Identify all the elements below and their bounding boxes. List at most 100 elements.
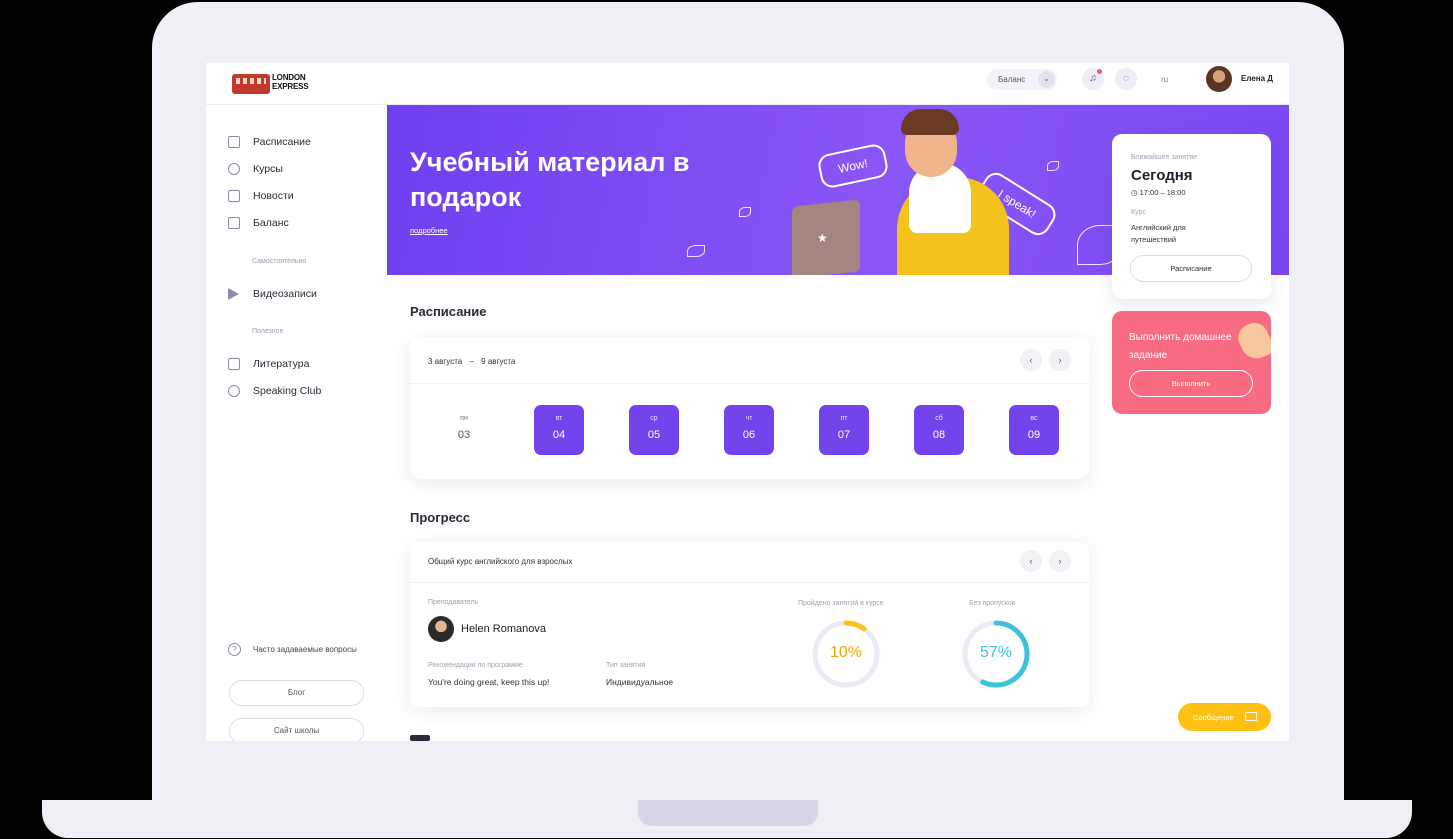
sidebar-item-label: Расписание — [253, 136, 311, 148]
progress-title: Прогресс — [410, 510, 471, 525]
progress-course: Общий курс английского для взрослых — [428, 557, 573, 566]
schedule-card: 3 августа – 9 августа ‹ › пн 03 вт 04 ср 05 чт… — [410, 337, 1089, 479]
attendance-caption: Без пропусков — [969, 600, 1016, 607]
bell-icon: ♫ — [1089, 73, 1097, 84]
faq-label: Часто задаваемые вопросы — [253, 645, 357, 654]
day-name: сб — [935, 415, 943, 422]
day-cell[interactable]: ср 05 — [629, 405, 679, 455]
day-cell[interactable]: сб 08 — [914, 405, 964, 455]
chat-icon: ◌ — [1123, 73, 1129, 84]
day-name: пн — [460, 415, 468, 422]
message-button[interactable]: Сообщение — [1178, 703, 1271, 731]
schedule-title: Расписание — [410, 304, 487, 319]
lesson-type: Индивидуальное — [606, 677, 674, 687]
day-date: 03 — [457, 429, 471, 441]
envelope-icon — [1245, 712, 1257, 721]
day-cell[interactable]: пн 03 — [439, 405, 489, 455]
banner-title: Учебный материал в подарок — [410, 147, 690, 212]
course-name: Английский для путешествий — [1131, 223, 1186, 244]
teacher-name: Helen Romanova — [461, 623, 546, 635]
star-icon: ★ — [817, 231, 828, 245]
teacher-avatar — [428, 616, 454, 642]
banner-more-link[interactable]: подробнее — [410, 226, 448, 235]
wallet-icon — [228, 217, 240, 229]
divider — [410, 582, 1089, 583]
laptop-notch — [638, 800, 818, 826]
avatar[interactable] — [1206, 66, 1232, 92]
laptop-frame: LONDON EXPRESS Баланс ⌄ ♫ ◌ ru Елена Д Р… — [0, 0, 1453, 839]
teacher-caption: Преподаватель — [428, 599, 479, 606]
logo[interactable]: LONDON EXPRESS — [232, 71, 318, 95]
attendance-percent: 57% — [979, 644, 1013, 661]
lesson-type-caption: Тип занятия — [606, 662, 646, 669]
rocket-icon — [228, 163, 240, 175]
speech-bubble-icon — [228, 385, 240, 397]
play-icon — [228, 288, 239, 300]
day-name: пт — [840, 415, 848, 422]
progress-prev-button[interactable]: ‹ — [1020, 550, 1042, 572]
sidebar-item-label: Баланс — [253, 217, 289, 229]
day-date: 06 — [742, 429, 756, 441]
chevron-right-icon: › — [1058, 355, 1062, 365]
balance-label: Баланс — [998, 75, 1026, 84]
range-separator: – — [469, 357, 474, 366]
bus-logo-icon — [232, 74, 270, 94]
news-icon — [228, 190, 240, 202]
day-cell[interactable]: пт 07 — [819, 405, 869, 455]
date-range: 3 августа – 9 августа — [428, 357, 515, 366]
day-date: 09 — [1027, 429, 1041, 441]
logo-line1: LONDON — [272, 73, 306, 82]
book-icon — [228, 358, 240, 370]
day-name: чт — [745, 415, 753, 422]
day-date: 05 — [647, 429, 661, 441]
section-label-self: Самостоятельно — [252, 258, 307, 265]
day-cell[interactable]: вс 09 — [1009, 405, 1059, 455]
chevron-left-icon: ‹ — [1029, 355, 1033, 365]
day-cell[interactable]: вт 04 — [534, 405, 584, 455]
range-start: 3 августа — [428, 357, 463, 366]
top-bar: LONDON EXPRESS Баланс ⌄ ♫ ◌ ru Елена Д — [206, 63, 1289, 105]
chevron-right-icon: › — [1058, 556, 1062, 566]
progress-next-button[interactable]: › — [1049, 550, 1071, 572]
day-date: 08 — [932, 429, 946, 441]
leaf-doodle — [739, 207, 751, 217]
next-lesson-caption: Ближайшее занятие — [1131, 154, 1198, 161]
chat-button[interactable]: ◌ — [1115, 68, 1137, 90]
homework-card: Выполнить домашнее задание Выполнить — [1112, 311, 1271, 414]
next-section-title — [410, 735, 430, 741]
day-name: вс — [1030, 415, 1038, 422]
day-name: вт — [555, 415, 563, 422]
schedule-button[interactable]: Расписание — [1130, 255, 1252, 282]
next-lesson-time: ◷ 17:00 – 18:00 — [1131, 188, 1186, 197]
course-caption: Курс — [1131, 209, 1146, 216]
calendar-icon — [228, 136, 240, 148]
school-site-button[interactable]: Сайт школы — [229, 718, 364, 741]
leaf-doodle — [1047, 161, 1059, 171]
sidebar-item-label: Курсы — [253, 163, 283, 175]
schedule-next-button[interactable]: › — [1049, 349, 1071, 371]
balance-dropdown[interactable]: Баланс ⌄ — [987, 69, 1057, 90]
schedule-prev-button[interactable]: ‹ — [1020, 349, 1042, 371]
day-cell[interactable]: чт 06 — [724, 405, 774, 455]
sidebar-item-label: Новости — [253, 190, 294, 202]
message-label: Сообщение — [1193, 713, 1234, 722]
completed-percent: 10% — [829, 644, 863, 661]
notifications-button[interactable]: ♫ — [1082, 68, 1104, 90]
divider — [410, 383, 1089, 384]
completed-caption: Пройдено занятий в курсе — [798, 600, 884, 607]
language-switch[interactable]: ru — [1161, 75, 1168, 84]
homework-title: Выполнить домашнее задание — [1129, 332, 1232, 361]
next-lesson-day: Сегодня — [1131, 167, 1193, 184]
username[interactable]: Елена Д — [1241, 74, 1273, 83]
day-name: ср — [650, 415, 658, 422]
do-homework-button[interactable]: Выполнить — [1129, 370, 1253, 397]
question-icon: ? — [228, 643, 241, 656]
section-label-useful: Полезное — [252, 328, 284, 335]
blog-button[interactable]: Блог — [229, 680, 364, 706]
next-lesson-card: Ближайшее занятие Сегодня ◷ 17:00 – 18:0… — [1112, 134, 1271, 299]
range-end: 9 августа — [481, 357, 516, 366]
logo-line2: EXPRESS — [272, 82, 309, 91]
recommend-text: You're doing great, keep this up! — [428, 677, 550, 687]
progress-card: Общий курс английского для взрослых ‹ › … — [410, 542, 1089, 707]
sidebar-item-label: Speaking Club — [253, 385, 322, 397]
